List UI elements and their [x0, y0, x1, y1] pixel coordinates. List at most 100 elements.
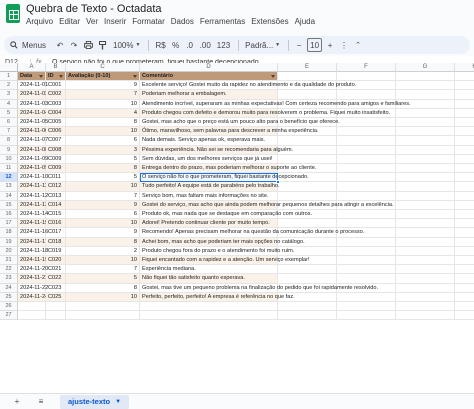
row-number[interactable]: 21: [0, 256, 18, 266]
column-header-e[interactable]: E: [278, 63, 337, 72]
cell[interactable]: [337, 164, 396, 174]
rating-cell[interactable]: 10: [66, 99, 140, 109]
comment-cell[interactable]: Gostei, mas acho que o preço está um pou…: [140, 118, 340, 128]
id-cell[interactable]: C013: [46, 191, 66, 201]
date-cell[interactable]: 2024-11-16: [18, 228, 48, 238]
row-number[interactable]: 4: [0, 99, 18, 109]
cell[interactable]: [455, 72, 474, 82]
row-number[interactable]: 27: [0, 311, 18, 321]
redo-button[interactable]: ↷: [68, 38, 80, 52]
filter-icon[interactable]: [271, 75, 275, 78]
id-cell[interactable]: C001: [46, 81, 66, 91]
menu-item[interactable]: Ver: [86, 17, 98, 26]
rating-cell[interactable]: 8: [66, 164, 140, 174]
cell[interactable]: [455, 228, 474, 238]
cell[interactable]: [337, 302, 396, 312]
id-cell[interactable]: C025: [46, 292, 66, 302]
rating-cell[interactable]: 2: [66, 246, 140, 256]
rating-cell[interactable]: 5: [66, 154, 140, 164]
cell[interactable]: [337, 210, 396, 220]
undo-button[interactable]: ↶: [54, 38, 66, 52]
rating-cell[interactable]: 9: [66, 81, 140, 91]
menu-item[interactable]: Ferramentas: [200, 17, 245, 26]
date-cell[interactable]: 2024-11-14: [18, 210, 48, 220]
cell[interactable]: [396, 90, 455, 100]
font-size-input[interactable]: 10: [307, 38, 323, 52]
cell[interactable]: [455, 127, 474, 137]
row-number[interactable]: 8: [0, 136, 18, 146]
cell[interactable]: [337, 246, 396, 256]
cell[interactable]: [46, 302, 66, 312]
id-cell[interactable]: C007: [46, 136, 66, 146]
currency-format-button[interactable]: R$: [153, 38, 167, 52]
date-cell[interactable]: 2024-11-06: [18, 127, 48, 137]
cell[interactable]: [396, 173, 455, 183]
cell[interactable]: [337, 219, 396, 229]
id-cell[interactable]: C023: [46, 283, 66, 293]
rating-cell[interactable]: 7: [66, 265, 140, 275]
cell[interactable]: [337, 118, 396, 128]
cell[interactable]: [455, 146, 474, 155]
comment-cell[interactable]: Perfeito, perfeito, perfeito! A empresa …: [140, 292, 295, 302]
date-cell[interactable]: 2024-11-13: [18, 200, 48, 210]
comment-cell[interactable]: Adorei! Pretendo continuar cliente por m…: [140, 219, 278, 229]
rating-cell[interactable]: 7: [66, 90, 140, 100]
cell[interactable]: [455, 201, 474, 210]
cell[interactable]: [455, 118, 474, 128]
rating-cell[interactable]: 9: [66, 228, 140, 238]
id-cell[interactable]: C008: [46, 145, 66, 155]
rating-cell[interactable]: 10: [66, 127, 140, 137]
cell[interactable]: [396, 191, 455, 201]
comment-cell[interactable]: Gostei do serviço, mas acho que ainda po…: [140, 200, 394, 210]
cell[interactable]: [337, 173, 396, 183]
cell[interactable]: [140, 302, 278, 312]
percent-format-button[interactable]: %: [170, 38, 182, 52]
cell[interactable]: [455, 247, 474, 256]
cell[interactable]: [455, 256, 474, 266]
cell[interactable]: [455, 210, 474, 220]
rating-cell[interactable]: 8: [66, 237, 140, 247]
font-family-select[interactable]: Padrã... ▼: [243, 38, 282, 52]
id-cell[interactable]: C002: [46, 90, 66, 100]
id-cell[interactable]: C004: [46, 108, 66, 118]
cell[interactable]: [337, 127, 396, 137]
cell[interactable]: [455, 136, 474, 146]
id-cell[interactable]: C022: [46, 274, 66, 284]
date-cell[interactable]: 2024-11-02: [18, 90, 48, 100]
cell[interactable]: [396, 265, 455, 275]
cell[interactable]: [337, 154, 396, 164]
comment-cell[interactable]: Nada demais. Serviço apenas ok, esperava…: [140, 136, 278, 146]
cell[interactable]: [278, 72, 337, 82]
cell[interactable]: [455, 219, 474, 229]
row-number[interactable]: 14: [0, 191, 18, 201]
document-title[interactable]: Quebra de Texto - Octadata: [26, 3, 162, 15]
cell[interactable]: [396, 81, 455, 91]
cell[interactable]: [455, 274, 474, 284]
sheet-tab-ajuste-texto[interactable]: ajuste-texto ▼: [60, 394, 130, 409]
id-cell[interactable]: C019: [46, 246, 66, 256]
rating-cell[interactable]: 10: [66, 292, 140, 302]
date-cell[interactable]: 2024-11-11: [18, 182, 48, 192]
comment-cell[interactable]: Tudo perfeito! A equipe está de parabéns…: [140, 182, 280, 192]
increase-font-size-button[interactable]: +: [324, 38, 336, 52]
date-cell[interactable]: 2024-11-22: [18, 283, 48, 293]
cell[interactable]: [337, 311, 396, 321]
cell[interactable]: [46, 311, 66, 321]
comment-cell[interactable]: Ótimo, maravilhoso, sem palavras para de…: [140, 127, 319, 137]
cell[interactable]: [455, 265, 474, 275]
menu-item[interactable]: Editar: [59, 17, 80, 26]
cell[interactable]: [455, 164, 474, 174]
cell[interactable]: [396, 210, 455, 220]
row-number[interactable]: 5: [0, 108, 18, 118]
cell[interactable]: [396, 274, 455, 284]
cell[interactable]: [278, 182, 337, 192]
id-cell[interactable]: C017: [46, 228, 66, 238]
comment-cell[interactable]: Fiquei encantado com a rapidez e a atenç…: [140, 256, 310, 266]
id-cell[interactable]: C018: [46, 237, 66, 247]
sheets-logo-icon[interactable]: [6, 4, 20, 23]
row-number[interactable]: 1: [0, 72, 18, 82]
id-cell[interactable]: C009: [46, 154, 66, 164]
row-number[interactable]: 26: [0, 302, 18, 312]
cell[interactable]: [337, 256, 396, 266]
rating-cell[interactable]: 10: [66, 219, 140, 229]
